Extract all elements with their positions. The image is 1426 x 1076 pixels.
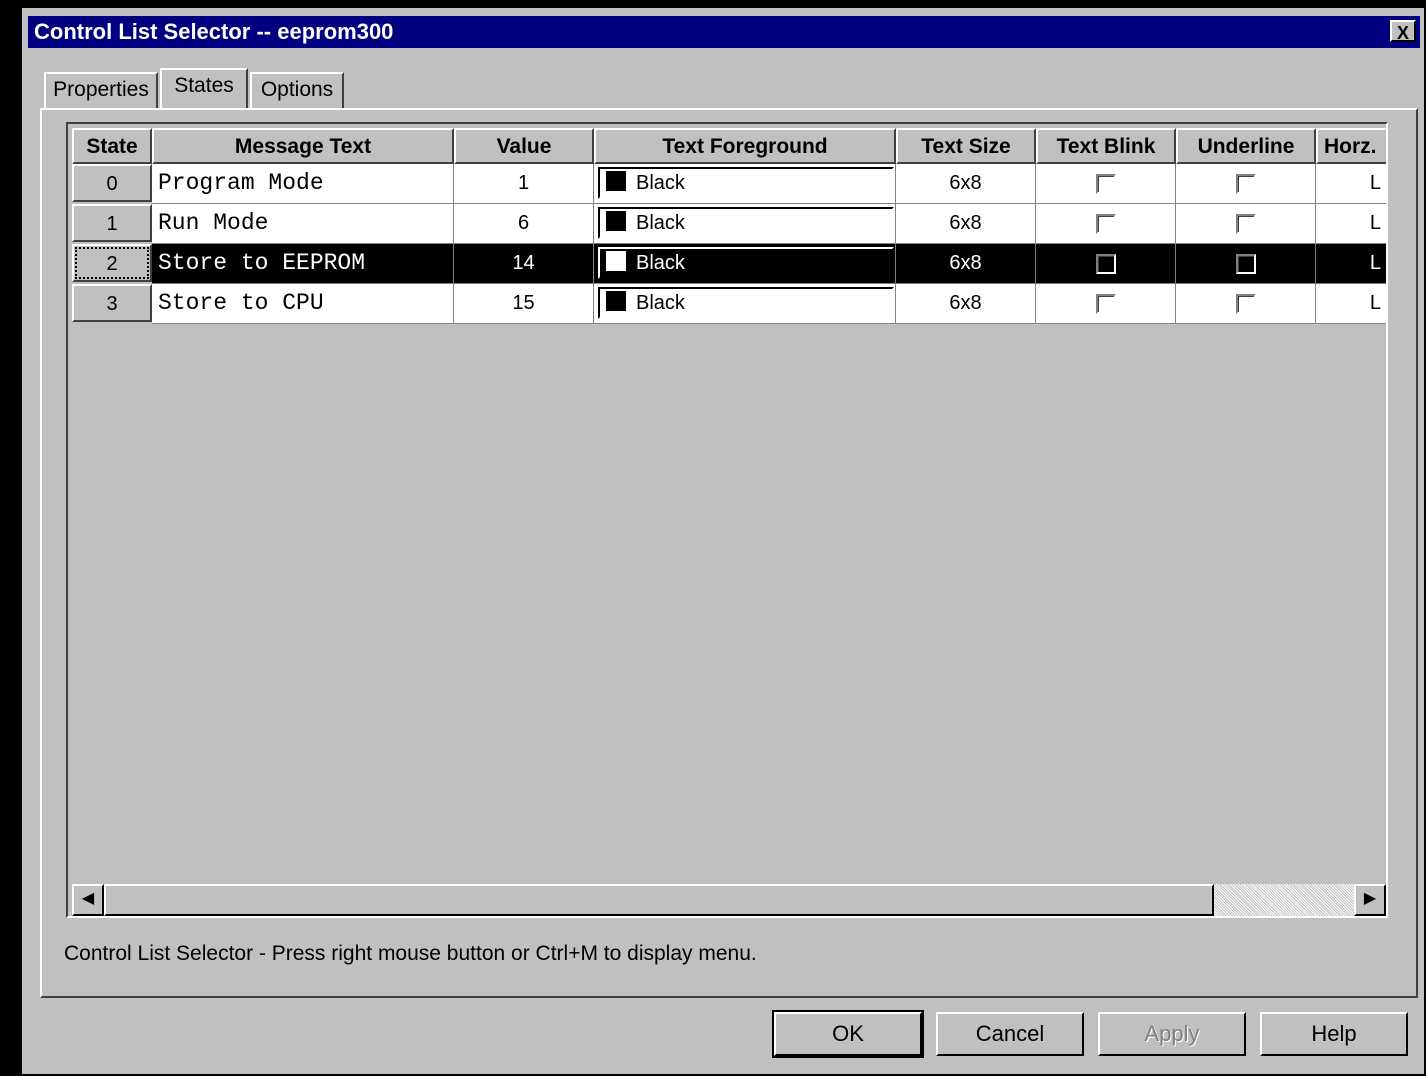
close-button[interactable]: X xyxy=(1390,20,1416,43)
underline-cell[interactable] xyxy=(1176,204,1316,244)
color-swatch xyxy=(606,291,626,312)
foreground-label: Black xyxy=(636,171,685,194)
row-header-1[interactable]: 1 xyxy=(72,204,152,242)
tab-options[interactable]: Options xyxy=(250,72,344,108)
color-picker[interactable]: Black xyxy=(598,286,894,319)
foreground-cell[interactable]: Black xyxy=(594,164,896,204)
text-blink-checkbox[interactable] xyxy=(1095,173,1116,194)
table-row[interactable]: Store to CPU 15 Black 6x8 L xyxy=(152,284,1386,324)
color-picker[interactable]: Black xyxy=(598,246,894,279)
row-header-0[interactable]: 0 xyxy=(72,164,152,202)
underline-checkbox[interactable] xyxy=(1235,293,1256,314)
foreground-label: Black xyxy=(636,251,685,274)
horz-cell[interactable]: L xyxy=(1316,284,1386,324)
color-swatch xyxy=(606,251,626,272)
text-size-cell[interactable]: 6x8 xyxy=(896,204,1036,244)
window-title: Control List Selector -- eeprom300 xyxy=(34,19,394,44)
apply-button[interactable]: Apply xyxy=(1098,1012,1246,1056)
foreground-label: Black xyxy=(636,291,685,314)
tab-properties[interactable]: Properties xyxy=(44,72,158,108)
column-header-value[interactable]: Value xyxy=(454,128,594,164)
message-text-cell[interactable]: Program Mode xyxy=(152,164,454,204)
underline-checkbox[interactable] xyxy=(1235,173,1256,194)
horz-cell[interactable]: L xyxy=(1316,244,1386,284)
scroll-right-arrow-icon: ▶ xyxy=(1363,890,1377,907)
scroll-right-button[interactable]: ▶ xyxy=(1354,884,1386,916)
column-header-text-size[interactable]: Text Size xyxy=(896,128,1036,164)
column-header-text-foreground[interactable]: Text Foreground xyxy=(594,128,896,164)
text-blink-cell[interactable] xyxy=(1036,244,1176,284)
ok-button[interactable]: OK xyxy=(772,1010,924,1058)
horizontal-scrollbar[interactable]: ◀ ▶ xyxy=(72,884,1386,916)
scroll-left-button[interactable]: ◀ xyxy=(72,884,104,916)
foreground-cell[interactable]: Black xyxy=(594,204,896,244)
underline-cell[interactable] xyxy=(1176,244,1316,284)
horz-cell[interactable]: L xyxy=(1316,164,1386,204)
foreground-label: Black xyxy=(636,211,685,234)
value-cell[interactable]: 15 xyxy=(454,284,594,324)
underline-cell[interactable] xyxy=(1176,284,1316,324)
table-row[interactable]: Program Mode 1 Black 6x8 L xyxy=(152,164,1386,204)
message-text-cell[interactable]: Store to CPU xyxy=(152,284,454,324)
column-header-underline[interactable]: Underline xyxy=(1176,128,1316,164)
column-header-text-blink[interactable]: Text Blink xyxy=(1036,128,1176,164)
text-blink-checkbox[interactable] xyxy=(1095,213,1116,234)
text-blink-checkbox[interactable] xyxy=(1095,253,1116,274)
text-size-cell[interactable]: 6x8 xyxy=(896,164,1036,204)
message-text-cell[interactable]: Store to EEPROM xyxy=(152,244,454,284)
text-blink-cell[interactable] xyxy=(1036,164,1176,204)
status-hint: Control List Selector - Press right mous… xyxy=(64,942,757,965)
column-header-horz[interactable]: Horz. xyxy=(1316,128,1386,164)
value-cell[interactable]: 14 xyxy=(454,244,594,284)
text-blink-cell[interactable] xyxy=(1036,204,1176,244)
help-button[interactable]: Help xyxy=(1260,1012,1408,1056)
color-picker[interactable]: Black xyxy=(598,206,894,239)
value-cell[interactable]: 6 xyxy=(454,204,594,244)
column-header-message-text[interactable]: Message Text xyxy=(152,128,454,164)
message-text-cell[interactable]: Run Mode xyxy=(152,204,454,244)
value-cell[interactable]: 1 xyxy=(454,164,594,204)
table-row[interactable]: Run Mode 6 Black 6x8 L xyxy=(152,204,1386,244)
row-header-3[interactable]: 3 xyxy=(72,284,152,322)
column-header-state[interactable]: State xyxy=(72,128,152,164)
state-grid[interactable]: State Message Text Value Text Foreground… xyxy=(66,122,1388,918)
scroll-left-arrow-icon: ◀ xyxy=(81,890,95,907)
foreground-cell[interactable]: Black xyxy=(594,244,896,284)
color-picker[interactable]: Black xyxy=(598,166,894,199)
underline-checkbox[interactable] xyxy=(1235,253,1256,274)
tab-states[interactable]: States xyxy=(160,68,248,108)
cancel-button[interactable]: Cancel xyxy=(936,1012,1084,1056)
table-row-selected[interactable]: Store to EEPROM 14 Black 6x8 L xyxy=(152,244,1386,284)
color-swatch xyxy=(606,211,626,232)
underline-checkbox[interactable] xyxy=(1235,213,1256,234)
text-blink-cell[interactable] xyxy=(1036,284,1176,324)
underline-cell[interactable] xyxy=(1176,164,1316,204)
title-bar: Control List Selector -- eeprom300 X xyxy=(28,16,1420,48)
color-swatch xyxy=(606,171,626,192)
scrollbar-thumb[interactable] xyxy=(104,884,1214,916)
horz-cell[interactable]: L xyxy=(1316,204,1386,244)
text-size-cell[interactable]: 6x8 xyxy=(896,284,1036,324)
row-header-2[interactable]: 2 xyxy=(72,244,152,282)
text-blink-checkbox[interactable] xyxy=(1095,293,1116,314)
foreground-cell[interactable]: Black xyxy=(594,284,896,324)
text-size-cell[interactable]: 6x8 xyxy=(896,244,1036,284)
